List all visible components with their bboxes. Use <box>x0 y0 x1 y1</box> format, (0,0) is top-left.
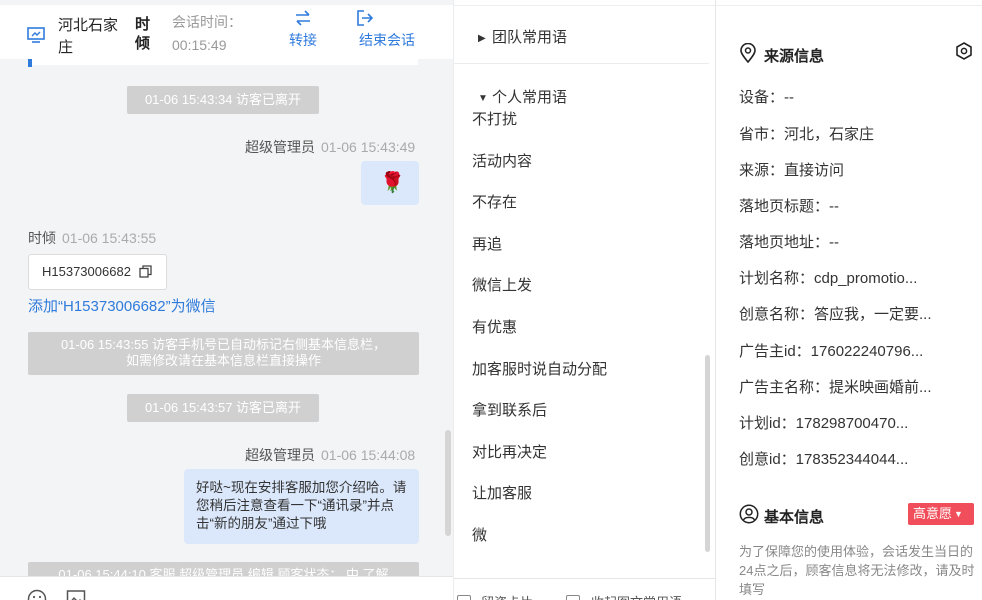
chat-toolbar <box>0 576 453 600</box>
plan-id-row: 计划id：178298700470... <box>739 415 909 432</box>
chat-scrollbar[interactable] <box>445 430 451 536</box>
emoji-message: 🌹 <box>361 161 419 205</box>
monitor-icon <box>27 27 45 43</box>
device-row: 设备：-- <box>739 89 794 106</box>
system-message: 01-06 15:43:55 访客手机号已自动标记右侧基本信息栏， 如需修改请在… <box>28 332 419 375</box>
system-message-line: 如需修改请在基本信息栏直接操作 <box>125 353 321 368</box>
plan-name-row: 计划名称：cdp_promotio... <box>739 270 918 287</box>
phrase-item[interactable]: 拿到联系后 <box>472 399 547 420</box>
visitor-name: 时倾 <box>135 16 151 52</box>
origin-row: 来源：直接访问 <box>739 162 845 179</box>
caret-down-icon: ▼ <box>954 509 963 519</box>
transfer-button[interactable]: 转接 <box>282 10 324 50</box>
rose-emoji: 🌹 <box>380 172 405 194</box>
message-time: 01-06 15:44:08 <box>321 447 416 463</box>
location-pin-icon <box>740 43 756 63</box>
team-phrases-toggle[interactable]: ▶ 团队常用语 <box>478 26 567 47</box>
collapse-label: 收起图文常用语 <box>591 592 682 600</box>
edit-notice: 为了保障您的使用体验，会话发生当日的24点之后，顾客信息将无法修改，请及时填写 <box>739 544 975 597</box>
chat-panel: 河北石家庄 时倾 会话时间： 00:15:49 转接 结束会话 01-06 15… <box>0 0 453 600</box>
visitor-info-panel: 来源信息 设备：-- 省市：河北，石家庄 来源：直接访问 落地页标题：-- 落地… <box>716 0 982 600</box>
region-row: 省市：河北，石家庄 <box>739 126 875 143</box>
divider <box>716 5 982 6</box>
lead-card-label: 留资卡片 <box>481 592 533 600</box>
source-info-title: 来源信息 <box>764 48 825 65</box>
phrase-item[interactable]: 对比再决定 <box>472 441 547 462</box>
message-time: 01-06 15:43:49 <box>321 139 416 155</box>
basic-info-title: 基本信息 <box>764 509 825 526</box>
session-time-value: 00:15:49 <box>172 37 227 53</box>
phrase-item[interactable]: 微 <box>472 524 487 545</box>
team-phrases-label: 团队常用语 <box>492 29 568 46</box>
transfer-label: 转接 <box>289 32 317 48</box>
session-time-label: 会话时间： <box>172 14 242 30</box>
collapse-checkbox[interactable] <box>566 595 580 600</box>
idea-name-row: 创意名称：答应我，一定要... <box>739 306 932 323</box>
intent-dropdown[interactable]: 高意愿 ▼ <box>908 503 974 525</box>
advertiser-id-row: 广告主id：176022240796... <box>739 343 924 360</box>
advertiser-name-row: 广告主名称：提米映画婚前... <box>739 379 932 396</box>
lead-card-checkbox[interactable] <box>457 595 471 600</box>
phrase-item[interactable]: 不打扰 <box>472 108 517 129</box>
exit-icon <box>357 10 374 26</box>
phrase-item[interactable]: 活动内容 <box>472 150 532 171</box>
visitor-location: 河北石家庄 <box>58 17 119 56</box>
phrase-item[interactable]: 让加客服 <box>472 482 532 503</box>
transfer-icon <box>296 10 310 26</box>
landing-title-row: 落地页标题：-- <box>739 198 839 215</box>
message-time: 01-06 15:43:55 <box>62 230 157 246</box>
app-window: 河北石家庄 时倾 会话时间： 00:15:49 转接 结束会话 01-06 15… <box>0 0 982 600</box>
message-meta: 超级管理员 01-06 15:43:49 <box>245 137 415 157</box>
message-meta: 时倾 01-06 15:43:55 <box>28 228 156 248</box>
caret-down-icon: ▼ <box>478 93 488 104</box>
system-message-line: 01-06 15:43:55 访客手机号已自动标记右侧基本信息栏， <box>60 337 387 352</box>
settings-icon[interactable] <box>955 42 973 60</box>
add-wechat-link[interactable]: 添加“H15373006682”为微信 <box>28 295 216 316</box>
personal-phrases-label: 个人常用语 <box>492 89 568 106</box>
phrase-item[interactable]: 不存在 <box>472 191 517 212</box>
phone-number: H15373006682 <box>42 264 131 279</box>
divider <box>454 63 709 64</box>
previous-message-edge <box>32 59 418 65</box>
phrase-item[interactable]: 再追 <box>472 233 502 254</box>
system-message: 01-06 15:43:57 访客已离开 <box>127 394 319 422</box>
sender-name: 超级管理员 <box>245 447 315 463</box>
copy-icon[interactable] <box>139 265 152 278</box>
message-meta: 超级管理员 01-06 15:44:08 <box>245 445 415 465</box>
divider <box>454 5 717 6</box>
intent-label: 高意愿 <box>913 506 953 521</box>
phrase-item[interactable]: 加客服时说自动分配 <box>472 358 607 379</box>
phrases-footer: 留资卡片 收起图文常用语 <box>454 578 717 600</box>
end-session-button[interactable]: 结束会话 <box>352 10 422 50</box>
phrase-item[interactable]: 有优惠 <box>472 316 517 337</box>
text-message: 好哒~现在安排客服加您介绍哈。请您稍后注意查看一下“通讯录”并点击“新的朋友”通… <box>184 469 419 544</box>
image-icon[interactable] <box>66 589 86 600</box>
quick-phrases-panel: ▶ 团队常用语 ▼ 个人常用语 不打扰 活动内容 不存在 再追 微信上发 有优惠 加… <box>453 0 717 600</box>
sender-name: 时倾 <box>28 230 56 246</box>
system-message: 01-06 15:43:34 访客已离开 <box>127 86 319 114</box>
user-icon <box>739 504 759 524</box>
phrase-item[interactable]: 微信上发 <box>472 274 532 295</box>
landing-url-row: 落地页地址：-- <box>739 234 839 251</box>
chat-header: 河北石家庄 时倾 会话时间： 00:15:49 转接 结束会话 <box>0 5 453 59</box>
sender-name: 超级管理员 <box>245 139 315 155</box>
end-session-label: 结束会话 <box>359 32 415 48</box>
phrases-scrollbar[interactable] <box>705 355 710 552</box>
idea-id-row: 创意id：178352344044... <box>739 451 909 468</box>
caret-right-icon: ▶ <box>478 33 486 44</box>
phone-message: H15373006682 <box>28 254 167 290</box>
emoji-icon[interactable] <box>27 589 47 600</box>
personal-phrases-toggle[interactable]: ▼ 个人常用语 <box>478 86 567 107</box>
